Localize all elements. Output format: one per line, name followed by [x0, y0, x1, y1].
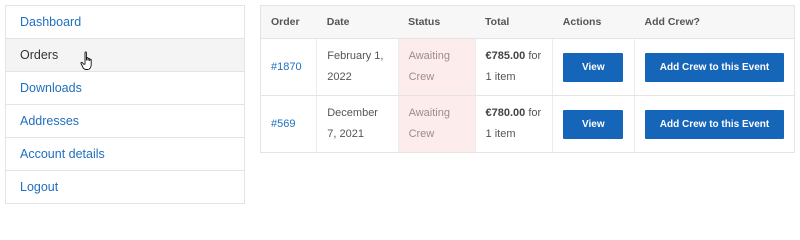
table-header-row: Order Date Status Total Actions Add Crew…: [260, 5, 795, 39]
nav-item-downloads[interactable]: Downloads: [6, 72, 244, 105]
column-header-order: Order: [260, 5, 317, 39]
table-row: #1870 February 1, 2022 Awaiting Crew €78…: [260, 38, 795, 96]
order-link[interactable]: #569: [271, 118, 295, 130]
view-order-button[interactable]: View: [563, 52, 624, 82]
nav-item-addresses[interactable]: Addresses: [6, 105, 244, 138]
column-header-actions: Actions: [552, 5, 635, 39]
column-header-status: Status: [398, 5, 476, 39]
orders-table: Order Date Status Total Actions Add Crew…: [260, 5, 795, 153]
order-total-amount: €785.00: [485, 50, 526, 62]
view-order-button[interactable]: View: [563, 109, 624, 139]
account-navigation: Dashboard Orders Downloads Addresses Acc…: [5, 5, 245, 204]
order-add-crew: Add Crew to this Event: [634, 38, 795, 96]
add-crew-button[interactable]: Add Crew to this Event: [645, 52, 784, 82]
nav-item-dashboard[interactable]: Dashboard: [6, 6, 244, 39]
order-total-amount: €780.00: [485, 107, 526, 119]
order-number-cell: #1870: [260, 38, 318, 96]
order-status: Awaiting Crew: [398, 38, 476, 96]
column-header-date: Date: [316, 5, 399, 39]
order-link[interactable]: #1870: [271, 61, 302, 73]
order-status: Awaiting Crew: [398, 95, 476, 153]
order-number-cell: #569: [260, 95, 318, 153]
table-row: #569 December 7, 2021 Awaiting Crew €780…: [260, 95, 795, 153]
order-add-crew: Add Crew to this Event: [635, 96, 795, 153]
add-crew-button[interactable]: Add Crew to this Event: [645, 109, 784, 139]
nav-item-account-details[interactable]: Account details: [6, 138, 244, 171]
order-actions: View: [552, 38, 635, 96]
order-total: €785.00 for 1 item: [475, 38, 554, 96]
order-date: February 1, 2022: [316, 38, 399, 96]
order-date: December 7, 2021: [316, 95, 399, 153]
nav-item-orders[interactable]: Orders: [6, 39, 244, 72]
nav-item-logout[interactable]: Logout: [6, 171, 244, 203]
order-actions: View: [552, 95, 635, 153]
account-page: Dashboard Orders Downloads Addresses Acc…: [0, 0, 800, 208]
order-total: €780.00 for 1 item: [475, 95, 554, 153]
column-header-add-crew: Add Crew?: [634, 5, 795, 39]
column-header-total: Total: [475, 5, 553, 39]
